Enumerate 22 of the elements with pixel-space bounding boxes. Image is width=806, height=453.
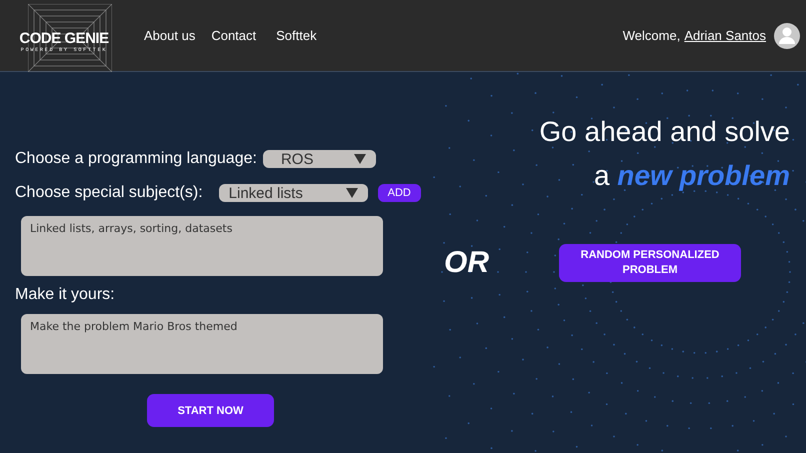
customize-field[interactable]: Make the problem Mario Bros themed — [21, 314, 383, 374]
nav-link[interactable]: Contact — [211, 28, 256, 43]
nav-link[interactable]: About us — [144, 28, 196, 43]
logo-title: CODE GENIE — [19, 30, 109, 47]
start-button[interactable]: START NOW — [147, 394, 274, 427]
avatar-icon[interactable] — [774, 22, 800, 48]
user-name-link[interactable]: Adrian Santos — [684, 28, 766, 43]
headline-text: Go ahead and solve — [539, 115, 790, 149]
caret-icon — [346, 188, 358, 198]
random-problem-button[interactable]: RANDOM PERSONALIZED PROBLEM — [559, 244, 741, 282]
language-dropdown[interactable]: ROS — [262, 150, 376, 168]
or-label: OR — [444, 246, 489, 280]
subject-label: Choose special subject(s): — [15, 184, 203, 202]
language-label: Choose a programming language: — [15, 150, 257, 168]
nav-link[interactable]: Softtek — [276, 28, 317, 43]
subject-dropdown[interactable]: Linked lists — [218, 184, 368, 202]
caret-icon — [354, 154, 366, 164]
add-button[interactable]: ADD — [378, 184, 421, 202]
headline-text: a new problem — [592, 159, 790, 193]
subjects-field[interactable]: Linked lists, arrays, sorting, datasets — [21, 216, 383, 276]
welcome-text: Welcome, — [622, 28, 680, 43]
customize-label: Make it yours: — [15, 286, 116, 305]
